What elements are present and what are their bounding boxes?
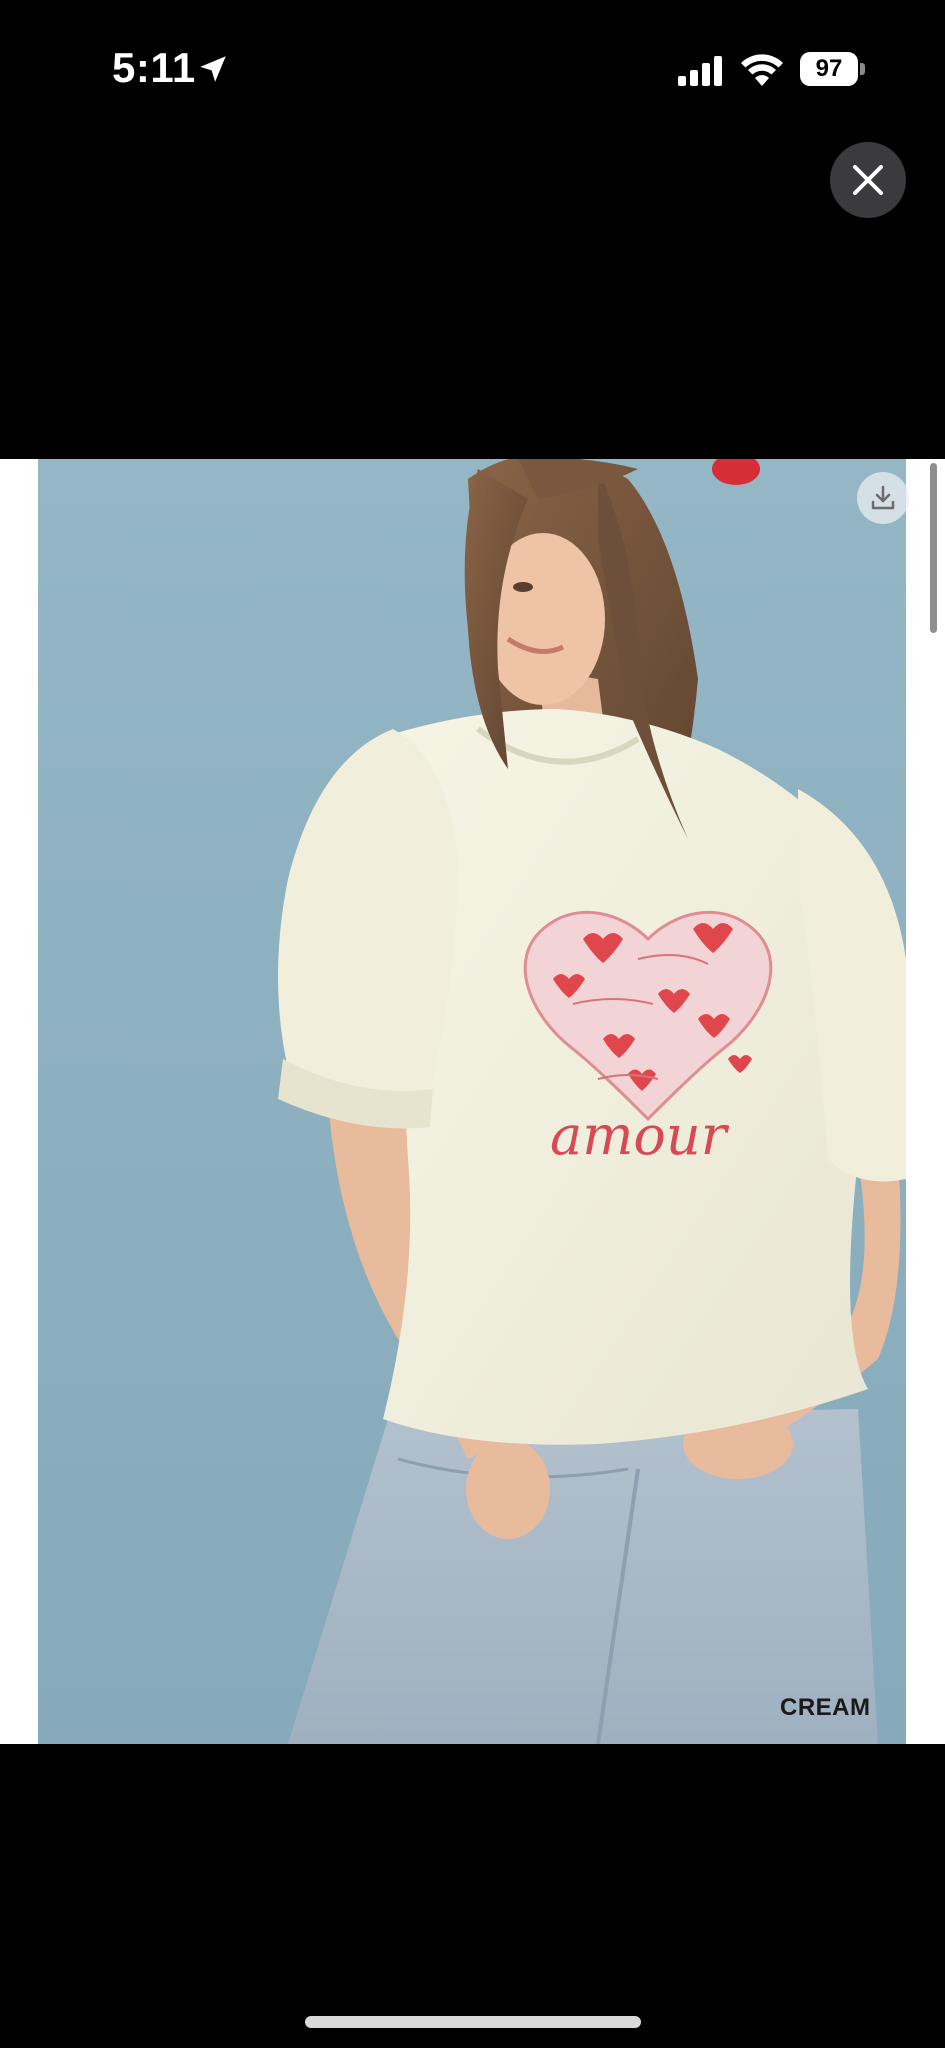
battery-level: 97	[800, 52, 858, 86]
image-viewer[interactable]: amour	[0, 459, 945, 1744]
location-arrow-icon	[200, 56, 226, 82]
close-button[interactable]	[830, 142, 906, 218]
cellular-signal-icon	[678, 56, 722, 86]
battery-indicator: 97	[800, 52, 865, 86]
scroll-indicator[interactable]	[930, 463, 937, 633]
product-photo: amour	[38, 459, 906, 1744]
close-icon	[853, 165, 883, 195]
download-icon	[871, 485, 895, 510]
status-time: 5:11	[112, 44, 196, 91]
status-bar: 5:11 97	[0, 0, 945, 140]
home-indicator[interactable]	[305, 2016, 641, 2028]
battery-tip	[860, 63, 865, 75]
wifi-icon	[741, 54, 783, 86]
color-label: CREAM	[780, 1694, 871, 1721]
product-image[interactable]: amour	[38, 459, 906, 1744]
download-button[interactable]	[857, 472, 909, 524]
shirt-print-text: amour	[550, 1104, 730, 1167]
